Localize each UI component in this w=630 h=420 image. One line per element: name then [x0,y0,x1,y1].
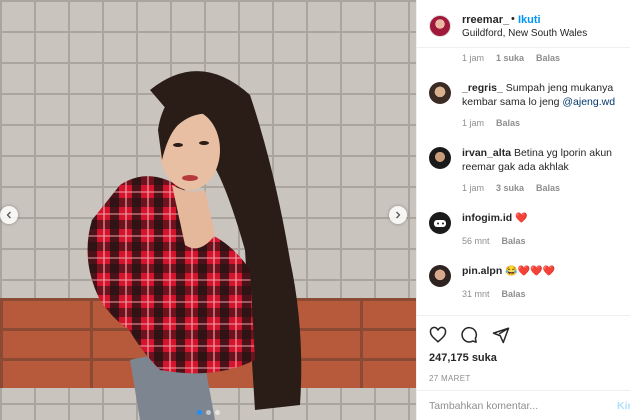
commenter-avatar[interactable] [429,212,451,234]
comment-time[interactable]: 1 jam [462,183,484,193]
chevron-right-icon [396,211,401,219]
commenter-avatar[interactable] [429,82,451,104]
comment-reply-button[interactable]: Balas [502,236,526,246]
caption-reply-button[interactable]: Balas [536,53,560,63]
caption-meta: 1 jam 1 suka Balas [462,53,560,63]
comment-meta: 56 mnt Balas [462,236,526,246]
comment-username[interactable]: irvan_alta [462,147,511,159]
comment-text: ❤️ [515,213,528,224]
comment-text: 😂❤️❤️❤️ [505,266,555,277]
comment-time[interactable]: 56 mnt [462,236,490,246]
comment-item: _regris_ Sumpah jeng mukanya kembar sama… [462,81,630,109]
gamepad-logo-icon [434,220,446,227]
post-header: rreemar_ • Ikuti Guildford, New South Wa… [417,0,630,48]
carousel-dot [205,410,211,415]
follow-button[interactable]: Ikuti [518,14,541,26]
carousel-dot-active [196,410,202,415]
previous-photo-button[interactable] [0,206,18,224]
girl-in-flannel-shirt-image [87,71,302,420]
heart-outline-icon[interactable] [429,326,447,344]
caption-likes[interactable]: 1 suka [496,53,524,63]
comment-meta: 1 jam Balas [462,118,520,128]
like-count[interactable]: 247,175 suka [429,352,497,364]
comment-reply-button[interactable]: Balas [536,183,560,193]
comment-bubble-icon[interactable] [460,326,478,344]
post-date[interactable]: 27 MARET [429,374,471,383]
carousel-indicator [0,410,416,415]
post-photo[interactable] [0,0,416,420]
caption-time[interactable]: 1 jam [462,53,484,63]
comment-likes[interactable]: 3 suka [496,183,524,193]
comment-input[interactable] [429,400,609,412]
comment-reply-button[interactable]: Balas [496,118,520,128]
commenter-avatar[interactable] [429,265,451,287]
comment-time[interactable]: 31 mnt [462,289,490,299]
post-location[interactable]: Guildford, New South Wales [462,28,587,39]
author-username[interactable]: rreemar_ [462,14,509,26]
author-avatar[interactable] [429,15,451,37]
comment-username[interactable]: _regris_ [462,82,503,94]
next-photo-button[interactable] [389,206,407,224]
comment-item: infogim.id ❤️ [462,211,630,226]
comment-time[interactable]: 1 jam [462,118,484,128]
carousel-dot [214,410,220,415]
chevron-left-icon [6,211,11,219]
paper-plane-icon[interactable] [492,326,510,344]
comment-meta: 1 jam 3 suka Balas [462,183,560,193]
post-comment-button[interactable]: Kirim [617,400,630,412]
comment-username[interactable]: infogim.id [462,212,512,224]
comment-item: pin.alpn 😂❤️❤️❤️ [462,264,630,279]
comment-item: irvan_alta Betina yg lporin akun reemar … [462,146,630,174]
comment-mention-link[interactable]: @ajeng.wd [562,96,615,108]
comment-reply-button[interactable]: Balas [502,289,526,299]
commenter-avatar[interactable] [429,147,451,169]
comment-username[interactable]: pin.alpn [462,265,502,277]
post-details-panel: rreemar_ • Ikuti Guildford, New South Wa… [416,0,630,420]
add-comment-bar: Kirim [417,390,630,420]
comment-meta: 31 mnt Balas [462,289,526,299]
separator-dot: • [511,13,515,25]
